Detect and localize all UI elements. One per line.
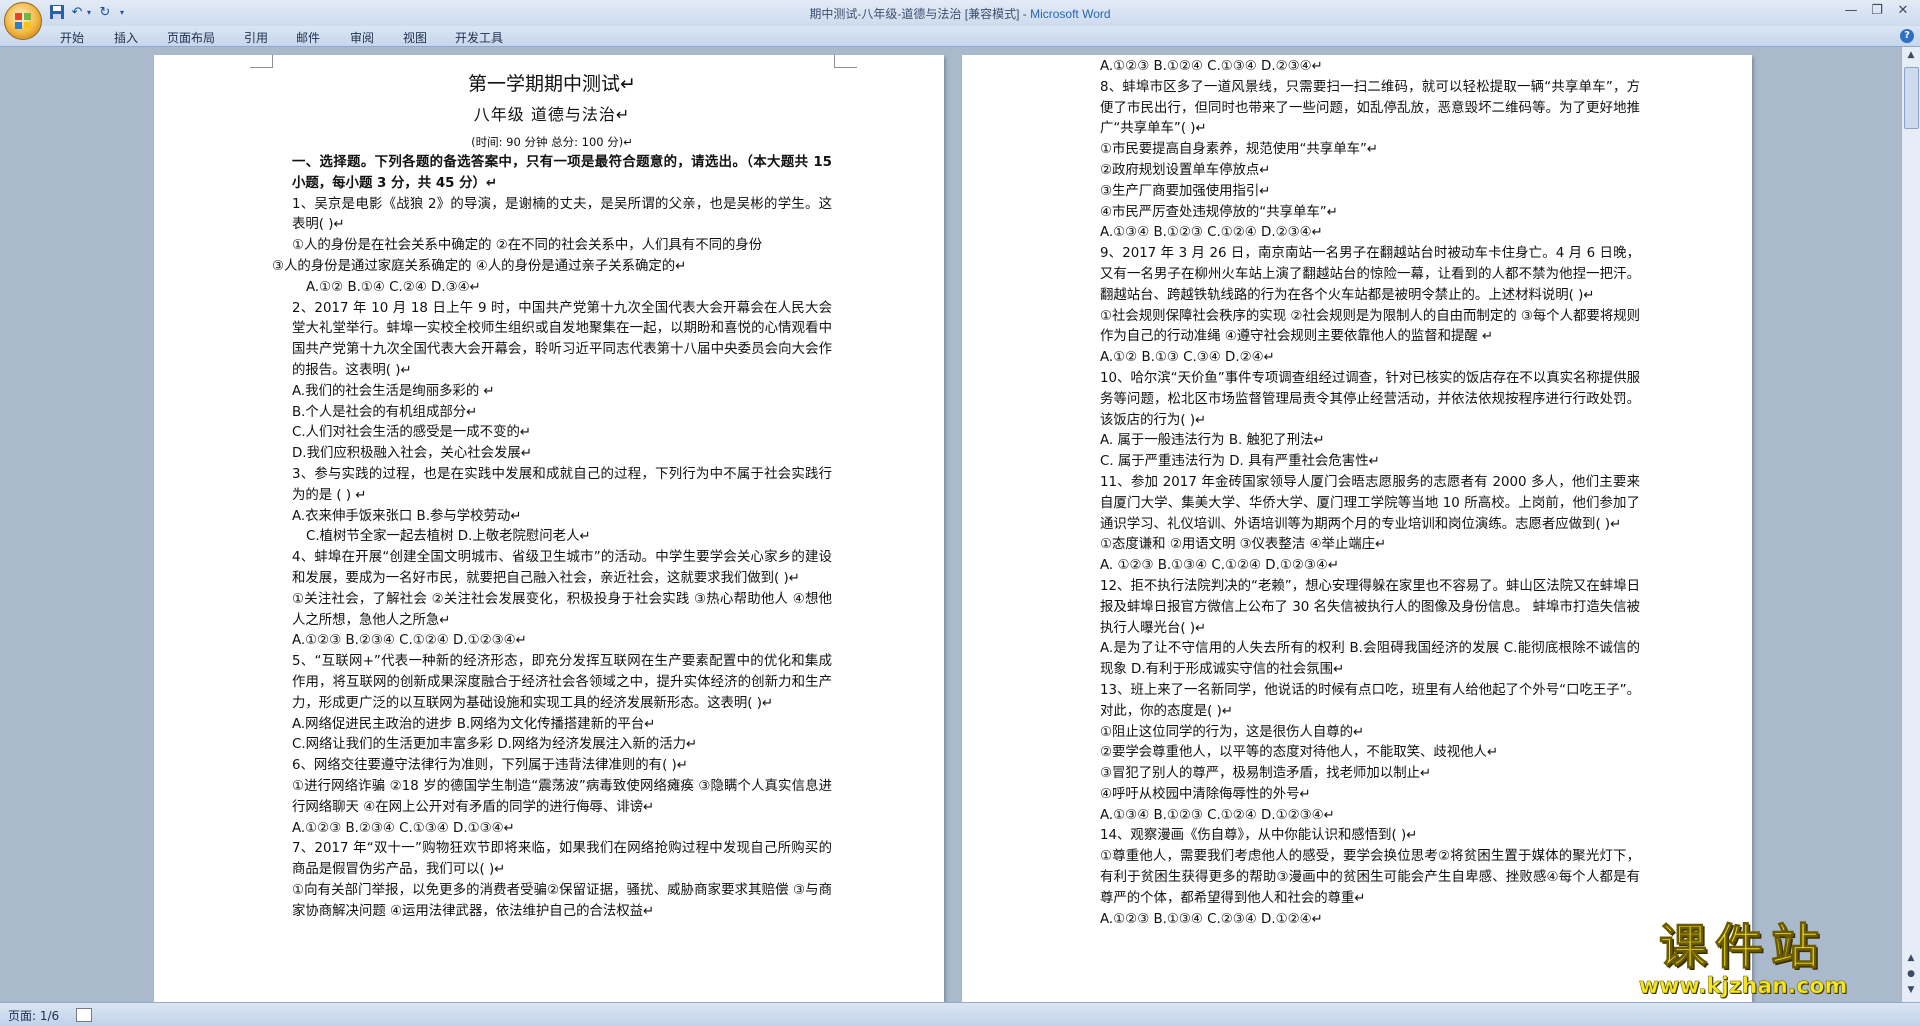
question-11-options: ①态度谦和 ②用语文明 ③仪表整洁 ④举止端庄↵	[1100, 537, 1387, 553]
question-4: 4、蚌埠在开展“创建全国文明城市、省级卫生城市”的活动。中学生要学会关心家乡的建…	[292, 550, 832, 586]
question-13: 13、班上来了一名新同学，他说话的时候有点口吃，班里有人给他起了个外号“口吃王子…	[1100, 682, 1640, 719]
question-5-choices-ab: A.网络促进民主政治的进步 B.网络为文化传播搭建新的平台↵	[292, 716, 656, 732]
office-logo-icon	[15, 13, 31, 29]
question-1-options: ①人的身份是在社会关系中确定的 ②在不同的社会关系中，人们具有不同的身份	[292, 238, 763, 254]
status-bar: 页面: 1/6	[0, 1002, 1920, 1026]
question-8-option: ①市民要提高自身素养，规范使用“共享单车”↵	[1100, 142, 1379, 158]
question-14: 14、观察漫画《伤自尊》，从中你能认识和感悟到( )↵	[1100, 828, 1418, 844]
document-page-1[interactable]: 第一学期期中测试↵ 八年级 道德与法治↵ (时间: 90 分钟 总分: 100 …	[154, 55, 944, 1002]
question-8-choices: A.①③④ B.①②③ C.①②④ D.②③④↵	[1100, 225, 1323, 241]
document-workspace: 第一学期期中测试↵ 八年级 道德与法治↵ (时间: 90 分钟 总分: 100 …	[0, 47, 1902, 1002]
document-page-2[interactable]: A.①②③ B.①②④ C.①③④ D.②③④↵ 8、蚌埠市区多了一道风景线，只…	[962, 55, 1752, 1002]
next-page-icon[interactable]: ▼	[1902, 982, 1920, 998]
doc-meta: (时间: 90 分钟 总分: 100 分)↵	[471, 135, 633, 149]
question-9: 9、2017 年 3 月 26 日，南京南站一名男子在翻越站台时被动车卡住身亡。…	[1100, 246, 1640, 303]
question-7-options: ①向有关部门举报，以免更多的消费者受骗②保留证据，骚扰、威胁商家要求其赔偿 ③与…	[292, 882, 832, 919]
ribbon-tabs: 开始 插入 页面布局 引用 邮件 审阅 视图 开发工具 ?	[0, 26, 1920, 47]
help-icon[interactable]: ?	[1900, 29, 1914, 43]
question-7-choices: A.①②③ B.①②④ C.①③④ D.②③④↵	[1100, 59, 1323, 74]
restore-icon[interactable]: ❐	[1864, 2, 1890, 20]
tab-insert[interactable]: 插入	[114, 29, 138, 46]
question-8-option: ③生产厂商要加强使用指引↵	[1100, 183, 1271, 199]
minimize-icon[interactable]: —	[1838, 2, 1864, 20]
question-2-choice-d: D.我们应积极融入社会，关心社会发展↵	[292, 446, 533, 462]
watermark-url: www.kjzhan.com	[1638, 974, 1848, 999]
question-2-choice-c: C.人们对社会生活的感受是一成不变的↵	[292, 425, 532, 441]
scroll-thumb[interactable]	[1904, 67, 1919, 129]
question-10-choices-cd: C. 属于严重违法行为 D. 具有严重社会危害性↵	[1100, 454, 1380, 470]
question-8: 8、蚌埠市区多了一道风景线，只需要扫一扫二维码，就可以轻松提取一辆“共享单车”，…	[1100, 79, 1640, 137]
app-name: Microsoft Word	[1030, 7, 1111, 21]
tab-page-layout[interactable]: 页面布局	[167, 29, 215, 46]
question-1-options: ③人的身份是通过家庭关系确定的 ④人的身份是通过亲子关系确定的↵	[272, 258, 687, 274]
tab-mailings[interactable]: 邮件	[296, 29, 320, 46]
page-1-text: 第一学期期中测试↵ 八年级 道德与法治↵ (时间: 90 分钟 总分: 100 …	[272, 65, 832, 922]
question-2-choice-b: B.个人是社会的有机组成部分↵	[292, 404, 478, 420]
tab-developer[interactable]: 开发工具	[455, 29, 503, 46]
site-watermark: 课件站 www.kjzhan.com	[1588, 919, 1898, 1001]
window-title: 期中测试-八年级-道德与法治 [兼容模式] - Microsoft Word	[0, 5, 1920, 22]
question-10-choices-ab: A. 属于一般违法行为 B. 触犯了刑法↵	[1100, 433, 1325, 449]
question-13-option: ①阻止这位同学的行为，这是很伤人自尊的↵	[1100, 724, 1365, 740]
question-9-choices: A.①② B.①③ C.③④ D.②④↵	[1100, 350, 1275, 366]
question-14-choices: A.①②③ B.①③④ C.②③④ D.①②④↵	[1100, 911, 1323, 927]
question-3-choices-cd: C.植树节全家一起去植树 D.上敬老院慰问老人↵	[306, 529, 591, 545]
question-5: 5、“互联网+”代表一种新的经济形态，即充分发挥互联网在生产要素配置中的优化和集…	[292, 654, 832, 711]
tab-references[interactable]: 引用	[244, 29, 268, 46]
question-6-options: ①进行网络诈骗 ②18 岁的德国学生制造“震荡波”病毒致使网络瘫痪 ③隐瞒个人真…	[292, 778, 832, 815]
question-8-option: ②政府规划设置单车停放点↵	[1100, 162, 1271, 178]
question-11: 11、参加 2017 年金砖国家领导人厦门会晤志愿服务的志愿者有 2000 多人…	[1100, 474, 1640, 532]
margin-mark	[834, 55, 857, 68]
page-number-status[interactable]: 页面: 1/6	[8, 1007, 59, 1024]
question-9-options: ①社会规则保障社会秩序的实现 ②社会规则是为限制人的自由而制定的 ③每个人都要将…	[1100, 308, 1640, 345]
document-title: 期中测试-八年级-道德与法治 [兼容模式] -	[809, 7, 1031, 21]
question-5-choices-cd: C.网络让我们的生活更加丰富多彩 D.网络为经济发展注入新的活力↵	[292, 737, 698, 753]
title-bar: ↶ ▾ ↻ ▾ 期中测试-八年级-道德与法治 [兼容模式] - Microsof…	[0, 0, 1920, 26]
question-3: 3、参与实践的过程，也是在实践中发展和成就自己的过程，下列行为中不属于社会实践行…	[292, 466, 832, 503]
question-10: 10、哈尔滨“天价鱼”事件专项调查组经过调查，针对已核实的饭店存在不以真实名称提…	[1100, 370, 1640, 428]
question-13-choices: A.①③④ B.①②③ C.①②④ D.①②③④↵	[1100, 807, 1335, 823]
watermark-title: 课件站	[1658, 919, 1827, 976]
section-heading: 一、选择题。下列各题的备选答案中，只有一项是最符合题意的，请选出。（本大题共 1…	[292, 155, 832, 191]
question-3-choices-ab: A.衣来伸手饭来张口 B.参与学校劳动↵	[292, 508, 522, 524]
question-1-choices: A.①② B.①④ C.②④ D.③④↵	[306, 279, 481, 295]
proofing-icon[interactable]	[76, 1008, 92, 1022]
tab-review[interactable]: 审阅	[350, 29, 374, 46]
question-13-option: ③冒犯了别人的尊严，极易制造矛盾，找老师加以制止↵	[1100, 766, 1432, 782]
tab-home[interactable]: 开始	[60, 29, 84, 46]
close-icon[interactable]: ✕	[1890, 2, 1916, 20]
question-2: 2、2017 年 10 月 18 日上午 9 时，中国共产党第十九次全国代表大会…	[292, 300, 832, 378]
page-2-text: A.①②③ B.①②④ C.①③④ D.②③④↵ 8、蚌埠市区多了一道风景线，只…	[1080, 57, 1640, 930]
question-6-choices: A.①②③ B.②③④ C.①③④ D.①③④↵	[292, 820, 515, 836]
previous-page-icon[interactable]: ▲	[1902, 950, 1920, 966]
margin-mark	[250, 55, 273, 68]
question-8-option: ④市民严厉查处违规停放的“共享单车”↵	[1100, 204, 1338, 220]
question-6: 6、网络交往要遵守法律行为准则，下列属于违背法律准则的有( )↵	[292, 758, 688, 774]
question-14-options: ①尊重他人，需要我们考虑他人的感受，要学会换位思考②将贫困生置于媒体的聚光灯下，…	[1100, 849, 1640, 906]
question-13-option: ②要学会尊重他人，以平等的态度对待他人，不能取笑、歧视他人↵	[1100, 745, 1499, 761]
scroll-up-icon[interactable]: ▲	[1902, 47, 1920, 63]
doc-title: 第一学期期中测试↵	[468, 73, 636, 95]
office-button[interactable]	[4, 2, 42, 40]
question-1: 1、吴京是电影《战狼 2》的导演，是谢楠的丈夫，是吴所谓的父亲，也是吴彬的学生。…	[292, 196, 832, 233]
vertical-scrollbar[interactable]: ▲ ▲ ● ▼	[1901, 47, 1920, 1002]
tab-view[interactable]: 视图	[403, 29, 427, 46]
browse-object-icon[interactable]: ●	[1902, 966, 1920, 982]
question-2-choice-a: A.我们的社会生活是绚丽多彩的 ↵	[292, 383, 495, 399]
question-4-options: ①关注社会，了解社会 ②关注社会发展变化，积极投身于社会实践 ③热心帮助他人 ④…	[292, 591, 832, 628]
question-4-choices: A.①②③ B.②③④ C.①②④ D.①②③④↵	[292, 633, 527, 649]
question-12-choices: A.是为了让不守信用的人失去所有的权利 B.会阻碍我国经济的发展 C.能彻底根除…	[1100, 641, 1640, 678]
question-7: 7、2017 年“双十一”购物狂欢节即将来临，如果我们在网络抢购过程中发现自己所…	[292, 841, 832, 878]
question-13-option: ④呼吁从校园中清除侮辱性的外号↵	[1100, 786, 1311, 802]
question-11-choices: A. ①②③ B.①③④ C.①②④ D.①②③④↵	[1100, 558, 1340, 574]
doc-subtitle: 八年级 道德与法治↵	[473, 105, 631, 124]
question-12: 12、拒不执行法院判决的“老赖”，想心安理得躲在家里也不容易了。蚌山区法院又在蚌…	[1100, 578, 1640, 636]
